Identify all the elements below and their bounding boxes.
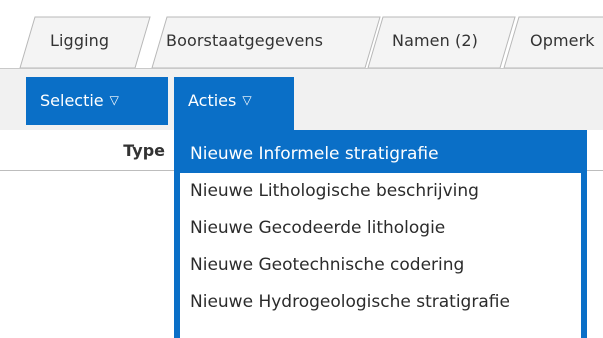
tab-strip: Ligging Boorstaatgegevens Namen (2) Opme… [0, 0, 603, 69]
acties-menu: Nieuwe Informele stratigrafie Nieuwe Lit… [180, 136, 581, 338]
menu-item-lithologische-beschrijving[interactable]: Nieuwe Lithologische beschrijving [180, 173, 581, 210]
menu-item-geotechnische-codering[interactable]: Nieuwe Geotechnische codering [180, 247, 581, 284]
acties-button-label: Acties [188, 91, 237, 110]
selectie-button[interactable]: Selectie ▽ [26, 77, 168, 125]
tab-boorstaatgegevens[interactable]: Boorstaatgegevens [166, 31, 323, 50]
acties-dropdown: Nieuwe Informele stratigrafie Nieuwe Lit… [174, 130, 587, 338]
chevron-down-icon: ▽ [109, 93, 119, 107]
menu-item-gecodeerde-lithologie[interactable]: Nieuwe Gecodeerde lithologie [180, 210, 581, 247]
tab-opmerkingen[interactable]: Opmerk [530, 31, 595, 50]
column-header-type[interactable]: Type [123, 141, 165, 160]
tab-namen[interactable]: Namen (2) [392, 31, 478, 50]
menu-item-hydrogeologische-stratigrafie[interactable]: Nieuwe Hydrogeologische stratigrafie [180, 284, 581, 321]
selectie-button-label: Selectie [40, 91, 104, 110]
menu-item-informele-stratigrafie[interactable]: Nieuwe Informele stratigrafie [180, 136, 581, 173]
app-page: Ligging Boorstaatgegevens Namen (2) Opme… [0, 0, 603, 338]
chevron-down-icon: ▽ [242, 93, 252, 107]
acties-button[interactable]: Acties ▽ [174, 77, 294, 131]
tab-ligging[interactable]: Ligging [50, 31, 109, 50]
